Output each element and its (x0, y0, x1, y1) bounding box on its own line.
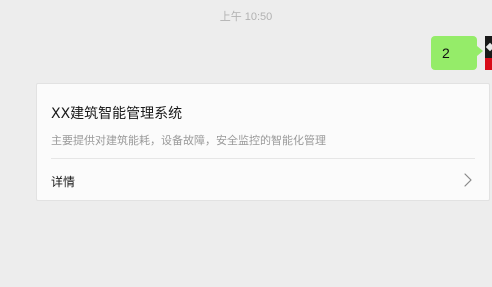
card-detail-row[interactable]: 详情 (37, 159, 489, 201)
app-card[interactable]: XX建筑智能管理系统 主要提供对建筑能耗，设备故障，安全监控的智能化管理 详情 (36, 83, 490, 201)
avatar[interactable] (485, 36, 492, 70)
bubble-tail (477, 46, 483, 56)
avatar-logo-mark (485, 42, 492, 52)
card-title: XX建筑智能管理系统 (51, 106, 183, 122)
card-description: 主要提供对建筑能耗，设备故障，安全监控的智能化管理 (51, 134, 326, 147)
card-detail-label: 详情 (51, 175, 76, 189)
chevron-right-icon (464, 173, 472, 187)
message-timestamp: 上午 10:50 (219, 11, 273, 23)
sent-message-bubble[interactable]: 2 (431, 36, 477, 70)
